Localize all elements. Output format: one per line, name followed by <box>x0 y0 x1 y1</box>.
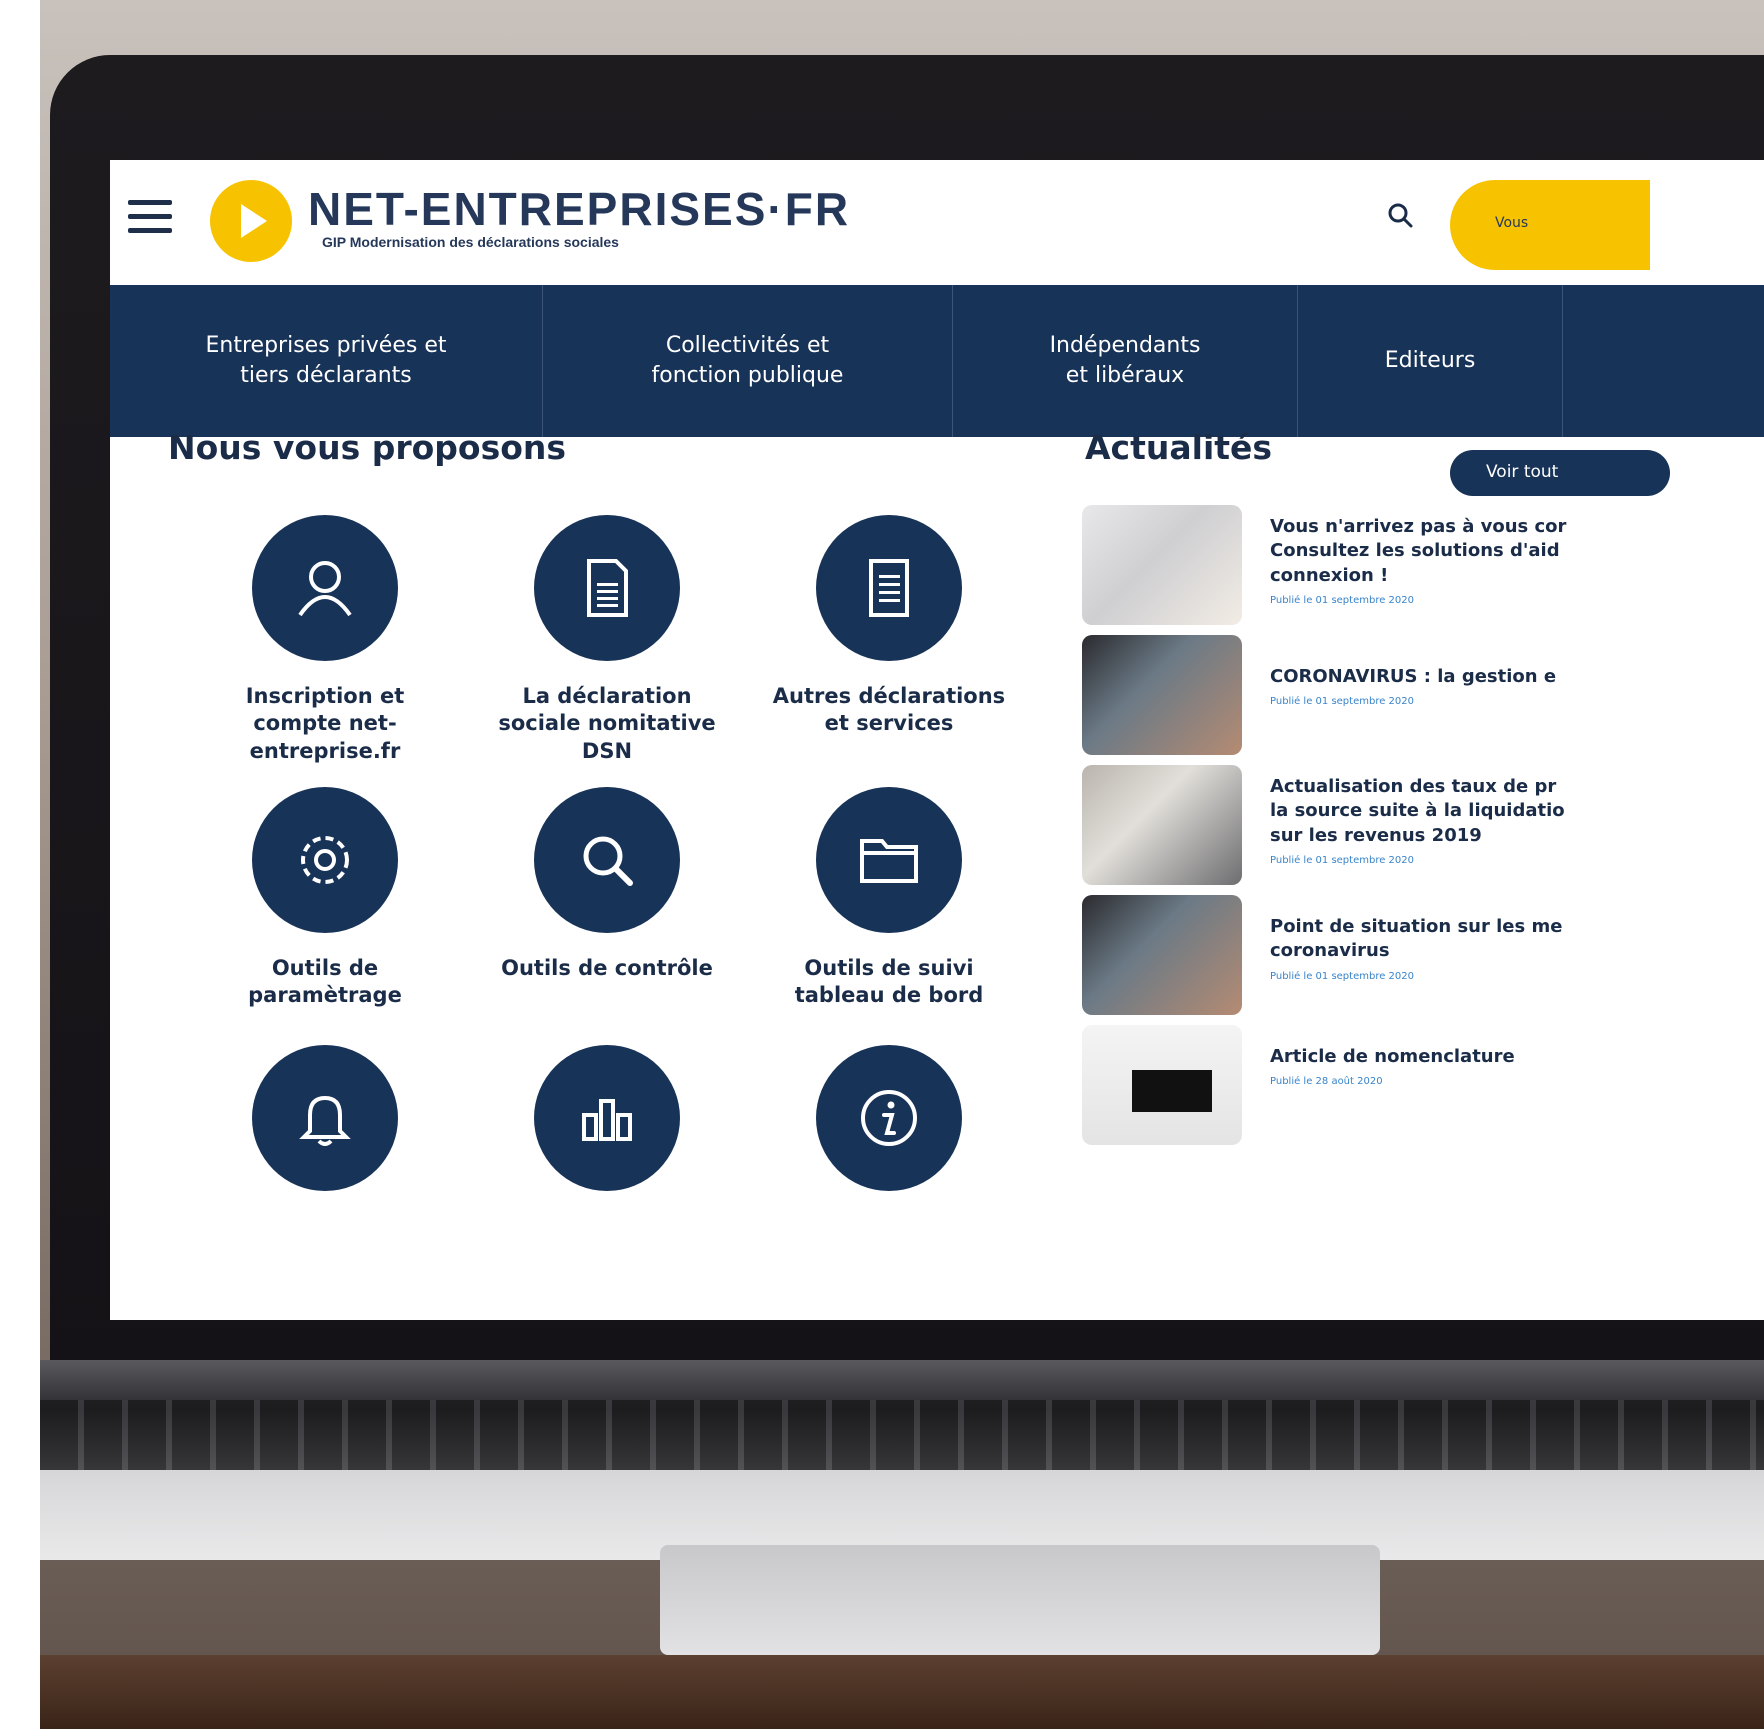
news-thumbnail <box>1082 895 1242 1015</box>
proposal-suivi[interactable]: Outils de suivi tableau de bord <box>749 787 1029 1010</box>
proposal-autres[interactable]: Autres déclarations et services <box>749 515 1029 738</box>
bar-chart-icon <box>534 1045 680 1191</box>
news-title: Article de nomenclature Publié le 28 août… <box>1270 1045 1764 1089</box>
news-title: CORONAVIRUS : la gestion e Publié le 01 s… <box>1270 665 1764 709</box>
logo-subtitle: GIP Modernisation des déclarations socia… <box>322 234 619 250</box>
proposal-dsn[interactable]: La déclaration sociale nomitative DSN <box>467 515 747 765</box>
user-icon <box>252 515 398 661</box>
see-all-button[interactable]: Voir tout <box>1450 450 1670 496</box>
proposal-label: Outils de paramètrage <box>248 956 402 1008</box>
nav-item-entreprises[interactable]: Entreprises privées et tiers déclarants <box>110 285 543 437</box>
news-item[interactable]: Article de nomenclature Publié le 28 août… <box>1082 1025 1764 1145</box>
info-icon <box>816 1045 962 1191</box>
news-date: Publié le 01 septembre 2020 <box>1270 594 1414 606</box>
proposal-label: Outils de contrôle <box>501 956 713 980</box>
search-icon <box>534 787 680 933</box>
news-date: Publié le 01 septembre 2020 <box>1270 970 1414 982</box>
proposals-title: Nous vous proposons <box>168 428 567 467</box>
proposal-label: Autres déclarations et services <box>772 684 1006 736</box>
gear-icon <box>252 787 398 933</box>
hamburger-menu-icon[interactable] <box>128 200 172 234</box>
proposal-notifications[interactable] <box>185 1045 465 1213</box>
proposals-grid: Inscription et compte net- entreprise.fr… <box>170 515 1030 1315</box>
nav-item-more[interactable] <box>1563 285 1764 437</box>
main-nav: Entreprises privées et tiers déclarants … <box>110 285 1764 437</box>
proposal-controle[interactable]: Outils de contrôle <box>467 787 747 982</box>
news-item[interactable]: Vous n'arrivez pas à vous cor Consultez … <box>1082 505 1764 625</box>
news-item[interactable]: Actualisation des taux de pr la source s… <box>1082 765 1764 885</box>
news-item[interactable]: Point de situation sur les me coronaviru… <box>1082 895 1764 1015</box>
news-title: Actualités <box>1085 428 1273 467</box>
trackpad <box>660 1545 1380 1655</box>
news-date: Publié le 01 septembre 2020 <box>1270 696 1414 708</box>
logo-title[interactable]: NET-ENTREPRISES·FR <box>308 182 850 236</box>
bell-icon <box>252 1045 398 1191</box>
search-icon[interactable] <box>1383 198 1419 234</box>
document-icon <box>534 515 680 661</box>
news-date: Publié le 28 août 2020 <box>1270 1076 1383 1088</box>
document-icon <box>816 515 962 661</box>
desk-surface <box>0 1655 1764 1729</box>
news-thumbnail <box>1082 505 1242 625</box>
nav-item-collectivites[interactable]: Collectivités et fonction publique <box>543 285 953 437</box>
news-title: Actualisation des taux de pr la source s… <box>1270 775 1764 867</box>
news-date: Publié le 01 septembre 2020 <box>1270 854 1414 866</box>
proposal-label: La déclaration sociale nomitative DSN <box>498 684 716 763</box>
laptop-screen: NET-ENTREPRISES·FR GIP Modernisation des… <box>110 160 1764 1320</box>
proposal-label: Inscription et compte net- entreprise.fr <box>245 684 405 763</box>
nav-item-independants[interactable]: Indépendants et libéraux <box>953 285 1298 437</box>
account-button[interactable]: Vous <box>1450 180 1650 270</box>
logo-play-icon[interactable] <box>210 180 292 262</box>
news-thumbnail <box>1082 765 1242 885</box>
news-thumbnail <box>1082 1025 1242 1145</box>
news-item[interactable]: CORONAVIRUS : la gestion e Publié le 01 s… <box>1082 635 1764 755</box>
folder-icon <box>816 787 962 933</box>
news-thumbnail <box>1082 635 1242 755</box>
left-margin <box>0 0 40 1729</box>
proposal-label: Outils de suivi tableau de bord <box>794 956 984 1008</box>
nav-item-editeurs[interactable]: Editeurs <box>1298 285 1563 437</box>
proposal-information[interactable] <box>749 1045 1029 1213</box>
news-title: Point de situation sur les me coronaviru… <box>1270 915 1764 983</box>
proposal-statistiques[interactable] <box>467 1045 747 1213</box>
keyboard <box>40 1400 1764 1470</box>
news-title: Vous n'arrivez pas à vous cor Consultez … <box>1270 515 1764 607</box>
proposal-parametrage[interactable]: Outils de paramètrage <box>185 787 465 1010</box>
proposal-inscription[interactable]: Inscription et compte net- entreprise.fr <box>185 515 465 765</box>
site-header: NET-ENTREPRISES·FR GIP Modernisation des… <box>110 160 1764 285</box>
